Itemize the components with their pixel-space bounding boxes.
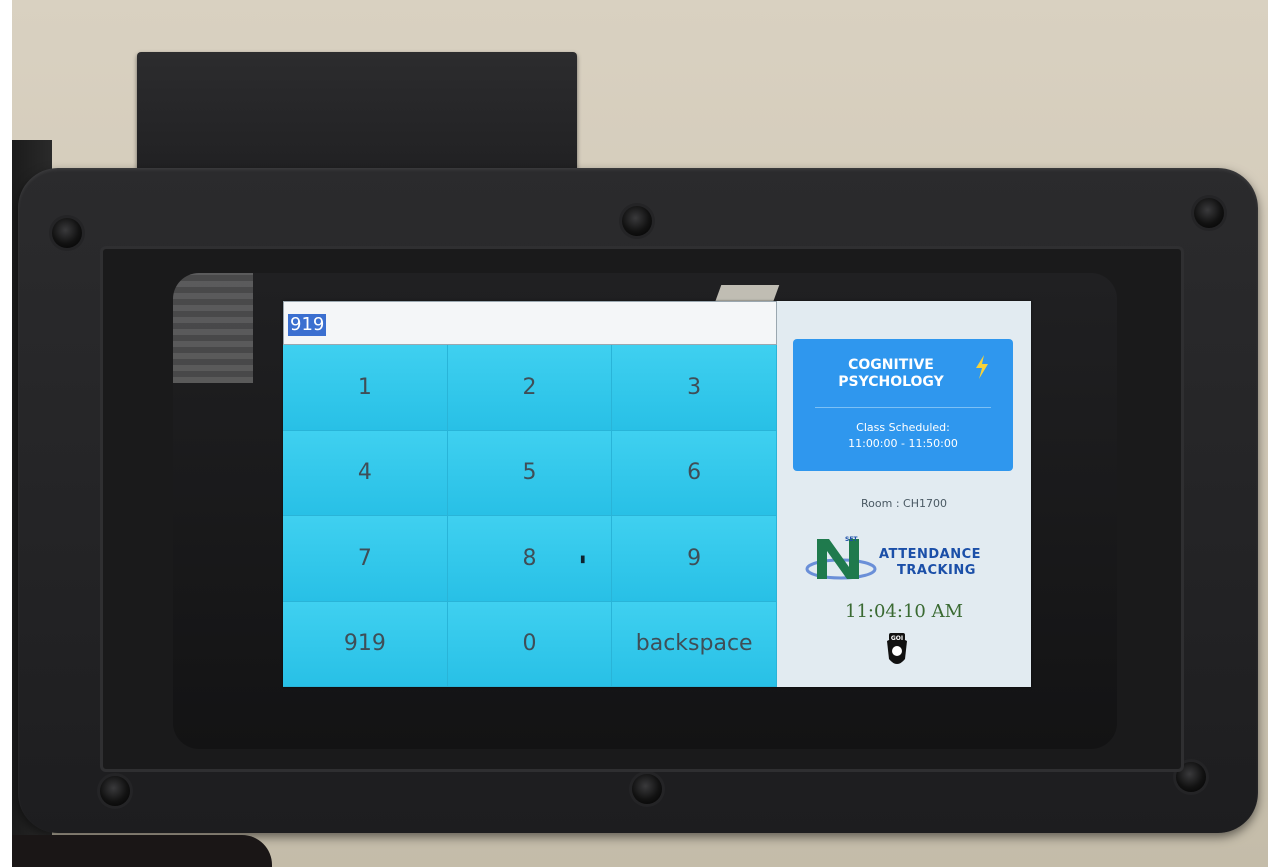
screen-recess: 919 1 2 3 4 5 6 7 8 9 919 0 backspace ▮ bbox=[100, 246, 1184, 772]
screw-icon bbox=[622, 206, 652, 236]
bottom-shadow bbox=[12, 835, 272, 867]
kiosk-screen: 919 1 2 3 4 5 6 7 8 9 919 0 backspace ▮ bbox=[283, 301, 1031, 687]
screw-icon bbox=[52, 218, 82, 248]
info-sidebar: COGNITIVE PSYCHOLOGY Class Scheduled: 11… bbox=[777, 301, 1031, 687]
key-0[interactable]: 0 bbox=[447, 601, 613, 687]
screw-icon bbox=[1194, 198, 1224, 228]
key-9[interactable]: 9 bbox=[612, 516, 777, 602]
lightning-bolt-icon bbox=[976, 355, 988, 379]
card-divider bbox=[815, 407, 991, 408]
photo-background: 919 1 2 3 4 5 6 7 8 9 919 0 backspace ▮ bbox=[12, 0, 1268, 867]
numeric-keypad: 1 2 3 4 5 6 7 8 9 919 0 backspace bbox=[283, 345, 777, 687]
backspace-button[interactable]: backspace bbox=[612, 601, 777, 687]
id-entry-field[interactable]: 919 bbox=[283, 301, 777, 345]
attendance-tracking-logo: SET ATTENDANCE TRACKING bbox=[805, 533, 1005, 589]
course-title-line2: PSYCHOLOGY bbox=[838, 374, 944, 390]
screw-icon bbox=[632, 774, 662, 804]
device-bezel: 919 1 2 3 4 5 6 7 8 9 919 0 backspace ▮ bbox=[18, 168, 1258, 833]
key-5[interactable]: 5 bbox=[447, 430, 613, 516]
course-title-line1: COGNITIVE bbox=[848, 357, 934, 373]
logo-line2: TRACKING bbox=[897, 563, 976, 578]
badge-text: GOI bbox=[891, 635, 903, 642]
key-2[interactable]: 2 bbox=[447, 345, 613, 431]
key-3[interactable]: 3 bbox=[612, 345, 777, 431]
screw-icon bbox=[100, 776, 130, 806]
course-title: COGNITIVE PSYCHOLOGY bbox=[793, 357, 989, 391]
schedule-label: Class Scheduled: bbox=[856, 421, 950, 434]
schedule-time: 11:00:00 - 11:50:00 bbox=[848, 437, 958, 450]
id-entry-value: 919 bbox=[288, 314, 327, 336]
clock-time: 11:04:10 AM bbox=[845, 601, 963, 622]
key-1[interactable]: 1 bbox=[283, 345, 448, 431]
glare-reflection bbox=[173, 273, 253, 383]
student-badge-icon: GOI bbox=[887, 633, 907, 664]
key-6[interactable]: 6 bbox=[612, 430, 777, 516]
key-4[interactable]: 4 bbox=[283, 430, 448, 516]
key-7[interactable]: 7 bbox=[283, 516, 448, 602]
course-card: COGNITIVE PSYCHOLOGY Class Scheduled: 11… bbox=[793, 339, 1013, 471]
logo-line1: ATTENDANCE bbox=[879, 547, 981, 562]
mouse-cursor-icon: ▮ bbox=[580, 554, 586, 565]
room-label: Room : CH1700 bbox=[861, 497, 947, 510]
logo-badge-text: SET bbox=[845, 536, 858, 543]
key-919[interactable]: 919 bbox=[283, 601, 448, 687]
